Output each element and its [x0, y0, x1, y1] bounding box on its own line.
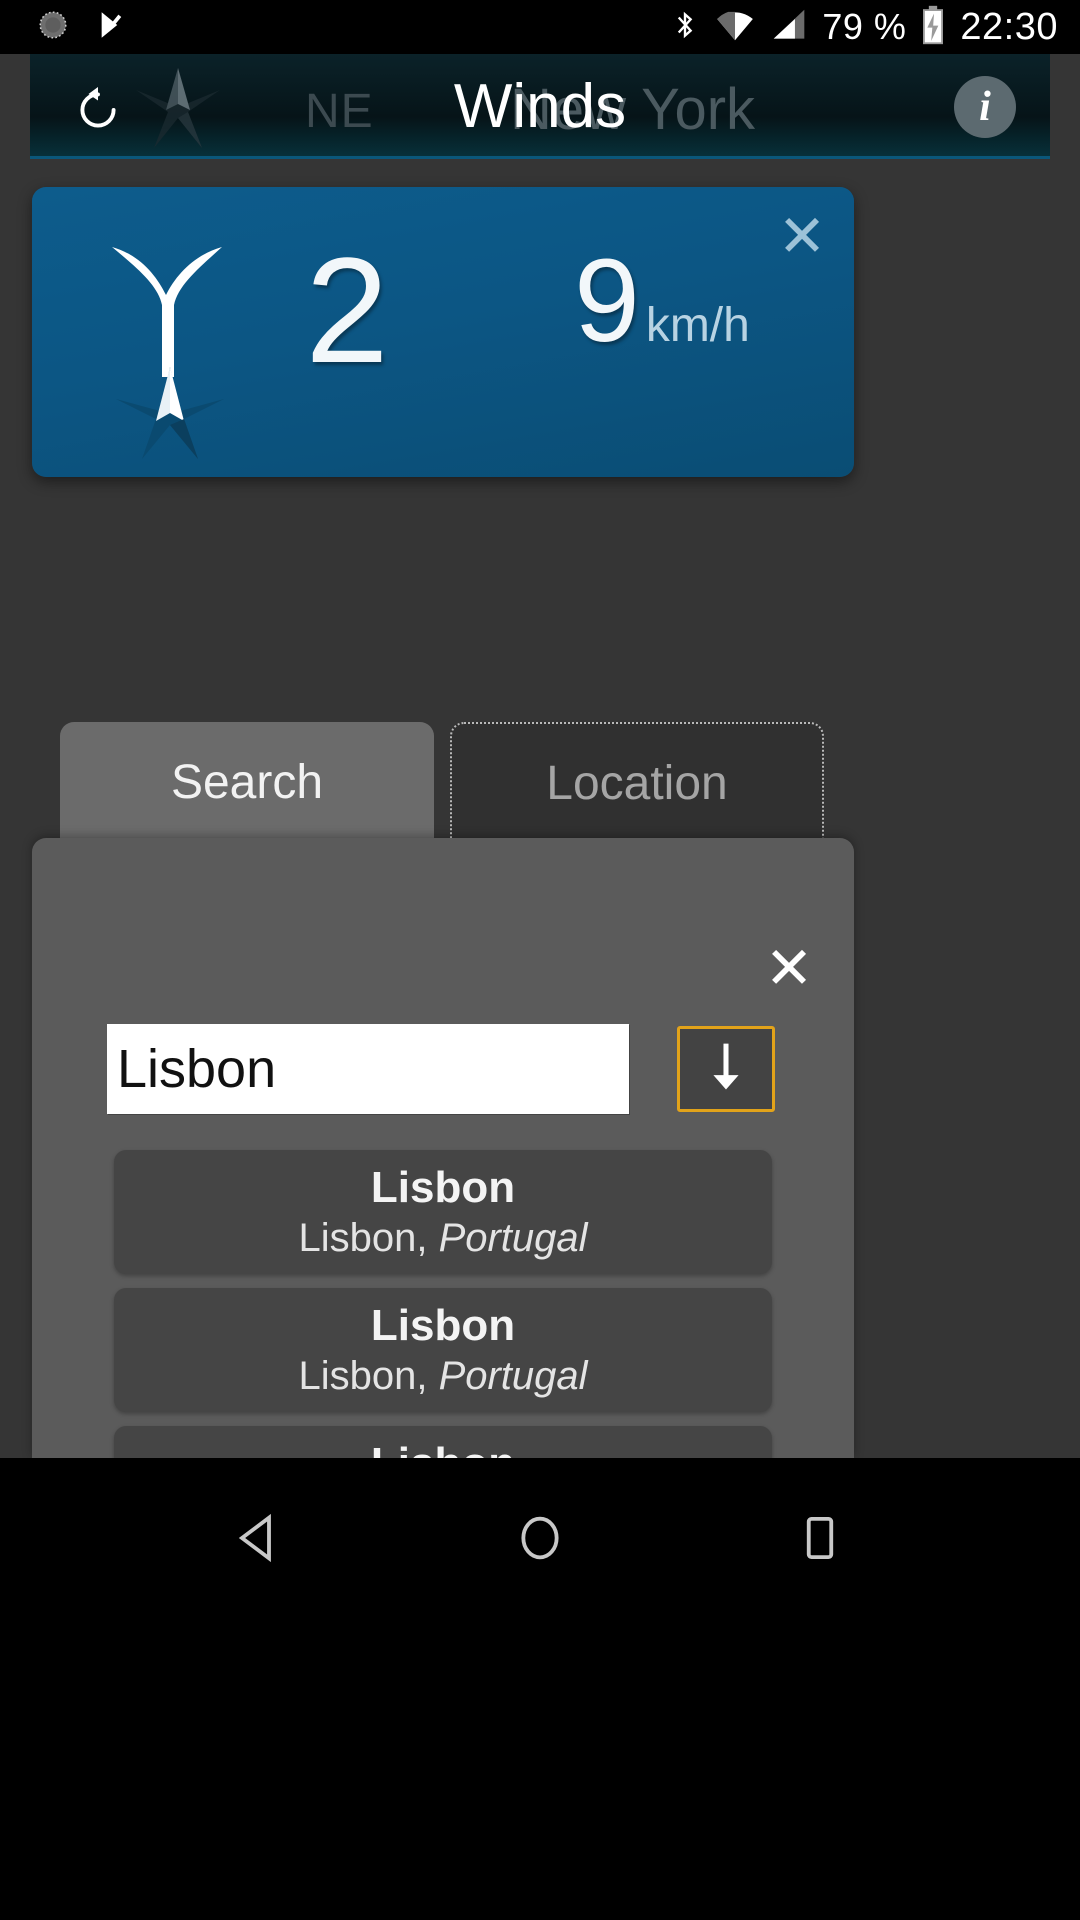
status-bar-clock: 22:30 — [960, 5, 1058, 48]
result-title: Lisbon — [371, 1440, 515, 1458]
result-title: Lisbon — [370, 1162, 516, 1212]
wind-speed-value: 9 — [574, 235, 640, 367]
submit-search-button[interactable] — [677, 1026, 775, 1112]
search-dialog: ✕ Lisbon Lisbon, Portugal Lisbon Lisbon,… — [32, 838, 854, 1458]
tab-location-label: Location — [546, 756, 728, 810]
result-subtitle: Lisbon, Portugal — [298, 1355, 587, 1397]
recents-icon[interactable] — [765, 1483, 875, 1593]
wind-card[interactable]: ✕ 2 NNE 9km/h San Francisco — [32, 187, 854, 477]
result-title: Lisbon — [370, 1300, 516, 1350]
bluetooth-icon — [670, 6, 700, 49]
status-bar-right-icons: 79 % 22:30 — [670, 5, 1058, 50]
list-item[interactable]: Lisbon Ohio, United States — [114, 1426, 772, 1458]
brightness-dial-icon — [36, 8, 70, 47]
result-subtitle: Lisbon, Portugal — [298, 1217, 587, 1259]
compass-needle-icon — [110, 365, 230, 461]
phone-screen: 79 % 22:30 NE New York Winds i ✕ 2 9 km/… — [0, 0, 1080, 1920]
tab-bar: Search Location — [60, 722, 1030, 842]
app-header: NE New York Winds i — [30, 54, 1050, 159]
result-region: Lisbon, — [298, 1354, 428, 1399]
task-check-icon — [96, 8, 130, 47]
result-region: Lisbon, — [298, 1216, 428, 1261]
search-results-list: Lisbon Lisbon, Portugal Lisbon Lisbon, P… — [114, 1150, 772, 1458]
status-bar-left-icons — [36, 8, 130, 47]
tab-search-label: Search — [170, 755, 324, 809]
search-input[interactable] — [107, 1024, 629, 1114]
search-row — [107, 1023, 787, 1115]
wind-barb-icon — [104, 241, 234, 381]
battery-percent-label: 79 % — [822, 6, 907, 47]
close-icon[interactable]: ✕ — [758, 938, 820, 1000]
wifi-icon — [714, 8, 756, 47]
home-icon[interactable] — [485, 1483, 595, 1593]
beaufort-value: 2 — [305, 226, 389, 394]
result-country: Portugal — [438, 1216, 588, 1261]
back-icon[interactable] — [205, 1483, 315, 1593]
status-bar: 79 % 22:30 — [0, 0, 1080, 54]
down-arrow-icon — [704, 1040, 748, 1099]
battery-charging-icon — [920, 5, 946, 50]
page-title: Winds — [453, 72, 627, 141]
list-item[interactable]: Lisbon Lisbon, Portugal — [114, 1288, 772, 1412]
tab-location[interactable]: Location — [450, 722, 824, 842]
list-item[interactable]: Lisbon Lisbon, Portugal — [114, 1150, 772, 1274]
tab-search[interactable]: Search — [60, 722, 434, 842]
wind-speed-unit: km/h — [645, 299, 750, 352]
result-country: Portugal — [438, 1354, 588, 1399]
cellular-signal-icon — [770, 8, 808, 47]
wind-speed-group: 9 km/h — [472, 242, 852, 360]
navigation-buttons — [0, 1478, 1080, 1598]
